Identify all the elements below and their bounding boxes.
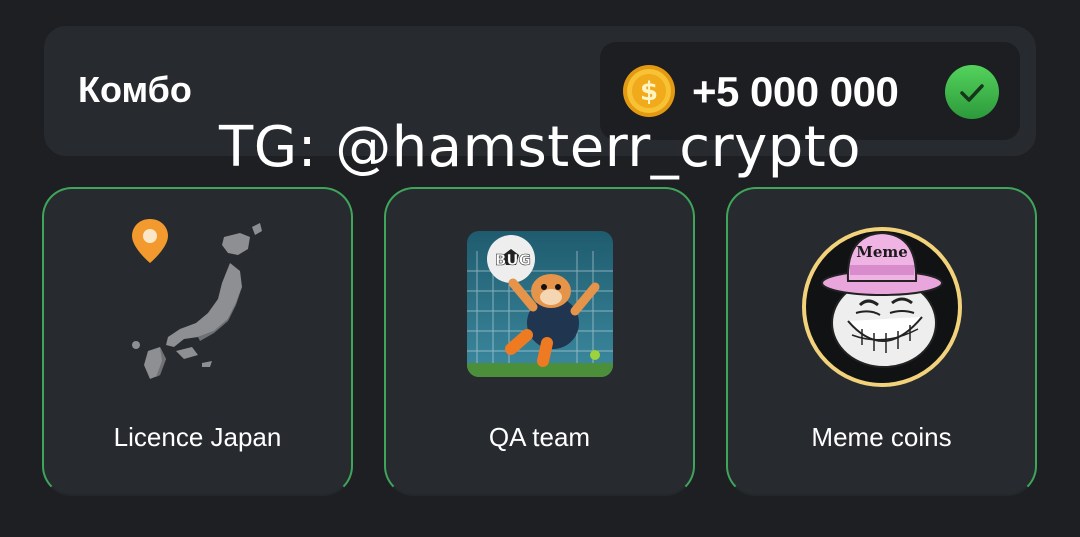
card-label: Meme coins xyxy=(811,422,952,452)
troll-face-hat-image: Meme xyxy=(801,227,962,387)
svg-text:$: $ xyxy=(640,77,658,107)
combo-card-qa-team[interactable]: BUG QA team xyxy=(384,187,695,496)
card-label: Licence Japan xyxy=(113,422,282,452)
hamster-goalkeeper-image: BUG xyxy=(466,231,613,377)
japan-map-icon xyxy=(131,219,262,379)
watermark-text: TG: @hamsterr_crypto xyxy=(219,115,861,180)
combo-card-licence-japan[interactable]: Licence Japan xyxy=(42,187,353,496)
combo-screen: Комбо $ +5 000 000 TG: @hamsterr_crypto … xyxy=(0,0,1080,537)
card-label: QA team xyxy=(488,422,591,452)
svg-text:BUG: BUG xyxy=(495,251,531,269)
combo-reward-amount: +5 000 000 xyxy=(692,68,899,115)
svg-text:Meme: Meme xyxy=(856,243,908,261)
combo-title: Комбо xyxy=(78,69,192,110)
coin-icon: $ xyxy=(623,65,675,117)
check-icon xyxy=(945,65,999,119)
combo-card-meme-coins[interactable]: Meme Meme coins xyxy=(726,187,1037,496)
